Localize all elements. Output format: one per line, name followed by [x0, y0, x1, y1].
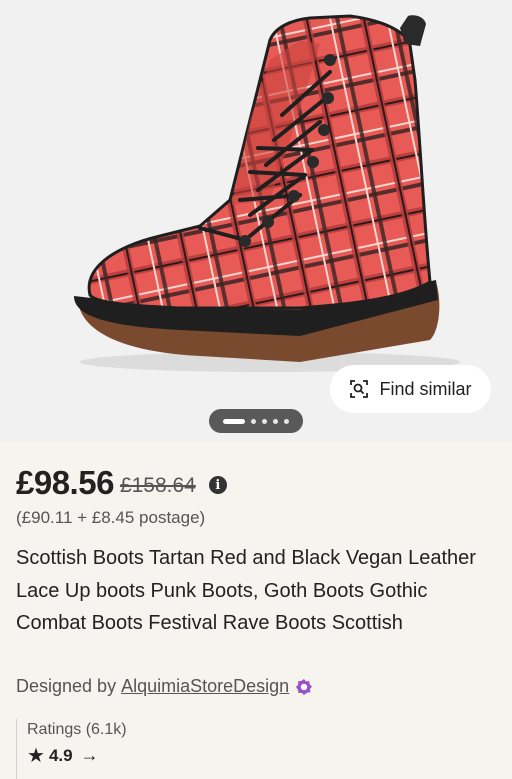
arrow-right-icon: → [80, 745, 99, 765]
star-icon: ★ [27, 744, 45, 767]
info-icon[interactable]: i [208, 476, 227, 494]
current-price: £98.56 [16, 464, 114, 501]
product-image-carousel[interactable]: Find similar [0, 0, 512, 442]
carousel-dot[interactable] [284, 418, 289, 424]
star-seller-badge-icon [296, 678, 313, 695]
visual-search-icon [350, 380, 369, 398]
carousel-indicator[interactable] [209, 409, 303, 433]
product-title: Scottish Boots Tartan Red and Black Vega… [16, 547, 476, 634]
ratings[interactable]: Ratings (6.1k) ★ 4.9 → [16, 719, 127, 779]
ratings-label: Ratings (6.1k) [27, 721, 127, 738]
find-similar-label: Find similar [379, 378, 472, 399]
rating-value: 4.9 [48, 745, 73, 765]
carousel-dot[interactable] [251, 418, 256, 424]
price-breakdown: (£90.11 + £8.45 postage) [16, 508, 206, 527]
carousel-dot[interactable] [273, 418, 278, 424]
carousel-dot[interactable] [262, 418, 267, 424]
designed-by-label: Designed by [16, 676, 117, 696]
rating-value-row[interactable]: ★ 4.9 → [27, 745, 127, 766]
carousel-dot-active[interactable] [223, 418, 245, 424]
shop-link[interactable]: AlquimiaStoreDesign [121, 676, 289, 697]
original-price: £158.64 [119, 474, 196, 497]
price-row: £98.56 £158.64 i [16, 464, 227, 502]
find-similar-button[interactable]: Find similar [330, 365, 491, 413]
designed-by: Designed by AlquimiaStoreDesign [16, 676, 313, 697]
